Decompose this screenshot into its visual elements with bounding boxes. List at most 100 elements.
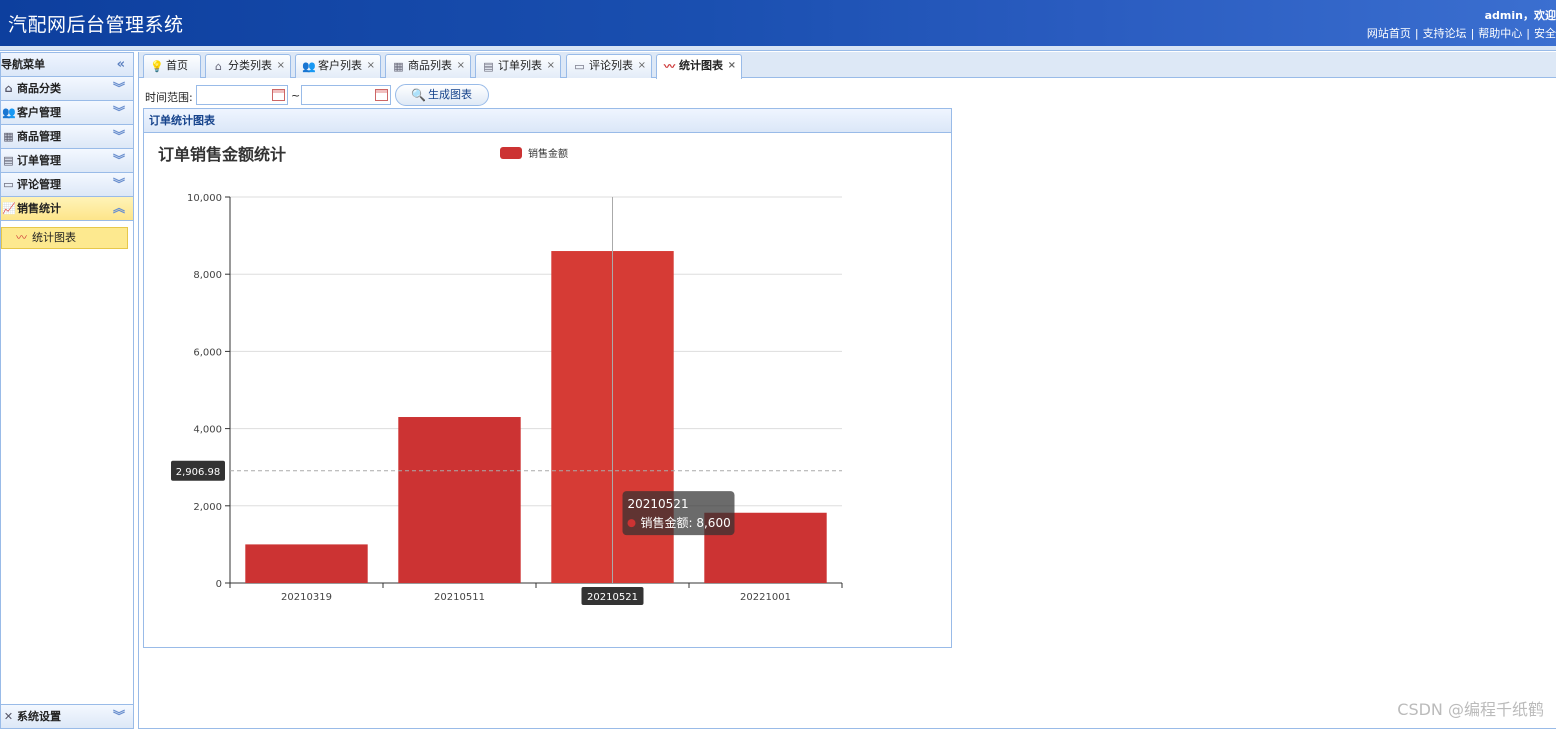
tab-label: 统计图表: [679, 59, 723, 72]
app-header: 汽配网后台管理系统 admin，欢迎 网站首页 | 支持论坛 | 帮助中心 | 安全: [0, 0, 1556, 46]
bar: [398, 417, 521, 583]
generate-chart-label: 生成图表: [428, 88, 472, 101]
range-separator: ~: [291, 89, 301, 102]
tab-stats-chart[interactable]: 〰 统计图表 ×: [656, 54, 742, 79]
end-date-input[interactable]: [301, 85, 391, 105]
chart-icon: 📈: [2, 202, 16, 215]
link-security[interactable]: 安全: [1534, 27, 1556, 40]
start-date-input[interactable]: [196, 85, 288, 105]
sidebar-subitem-stats-chart[interactable]: 〰 统计图表: [1, 227, 128, 249]
y-tick-label: 4,000: [193, 425, 222, 436]
close-icon[interactable]: ×: [457, 55, 465, 77]
sidebar-item-products[interactable]: ▦ 商品管理 ︾: [1, 125, 133, 149]
sidebar-subitem-label: 统计图表: [32, 231, 76, 244]
line-chart-icon: 〰: [664, 60, 675, 73]
time-range-label: 时间范围:: [145, 91, 193, 104]
sidebar-item-sales[interactable]: 📈 销售统计 ︽: [1, 197, 133, 221]
bar: [245, 544, 368, 583]
chart-container: 订单销售金额统计 销售金额 0 2,000 4,000 6,000 8,000 10,000 2…: [144, 133, 951, 647]
legend-label: 销售金额: [528, 147, 568, 160]
chevron-up-icon: ︽: [112, 201, 125, 215]
main-area: 💡 首页 ⌂ 分类列表 × 👥 客户列表 × ▦ 商品列表 × ▤ 订单列表 ×…: [138, 52, 1556, 729]
x-tick-label: 20210521: [587, 592, 638, 603]
tooltip-title: 20210521: [628, 497, 689, 511]
close-icon[interactable]: ×: [547, 55, 555, 77]
link-help[interactable]: 帮助中心: [1478, 27, 1522, 40]
sidebar-item-label: 商品管理: [17, 130, 61, 143]
tab-label: 客户列表: [318, 59, 362, 72]
search-icon: 🔍: [411, 88, 426, 102]
link-forum[interactable]: 支持论坛: [1423, 27, 1467, 40]
sidebar-item-category[interactable]: ⌂ 商品分类 ︾: [1, 77, 133, 101]
sidebar-item-orders[interactable]: ▤ 订单管理 ︾: [1, 149, 133, 173]
table-icon: ▤: [483, 60, 494, 73]
y-tick-label: 2,000: [193, 502, 222, 513]
close-icon[interactable]: ×: [638, 55, 646, 77]
chevron-down-icon: ︾: [112, 709, 125, 723]
tree-icon: ⌂: [4, 82, 13, 95]
chevron-down-icon: ︾: [112, 177, 125, 191]
app-title: 汽配网后台管理系统: [8, 14, 184, 36]
x-tick-label: 20221001: [740, 592, 791, 603]
tooltip-value: 销售金额: 8,600: [641, 515, 731, 530]
chevron-down-icon: ︾: [112, 153, 125, 167]
lightbulb-icon: 💡: [150, 60, 164, 73]
close-icon[interactable]: ×: [728, 55, 736, 77]
watermark: CSDN @编程千纸鹤: [1397, 700, 1544, 719]
users-icon: 👥: [2, 106, 16, 119]
close-icon[interactable]: ×: [277, 55, 285, 77]
bar-chart: 订单销售金额统计 销售金额 0 2,000 4,000 6,000 8,000 10,000 2…: [158, 145, 843, 605]
tab-label: 订单列表: [498, 59, 542, 72]
tree-icon: ⌂: [215, 60, 222, 73]
y-tick-label: 8,000: [193, 270, 222, 281]
calendar-icon[interactable]: [375, 89, 388, 101]
link-site-home[interactable]: 网站首页: [1367, 27, 1411, 40]
tab-home[interactable]: 💡 首页: [143, 54, 201, 78]
tab-label: 分类列表: [228, 59, 272, 72]
header-stripe: [0, 46, 1556, 51]
tab-order-list[interactable]: ▤ 订单列表 ×: [475, 54, 561, 78]
sidebar-item-settings[interactable]: ✕ 系统设置 ︾: [1, 704, 133, 728]
tab-category-list[interactable]: ⌂ 分类列表 ×: [205, 54, 291, 78]
chart-title: 订单销售金额统计: [158, 145, 286, 164]
sidebar-title: 导航菜单: [1, 58, 45, 71]
x-tick-label: 20210319: [281, 592, 332, 603]
y-tick-label: 10,000: [187, 193, 222, 204]
user-greeting: admin，欢迎: [1484, 9, 1556, 22]
comment-icon: ▭: [574, 60, 585, 73]
close-icon[interactable]: ×: [367, 55, 375, 77]
sidebar-item-comments[interactable]: ▭ 评论管理 ︾: [1, 173, 133, 197]
table-icon: ▤: [3, 154, 14, 167]
x-tick-label: 20210511: [434, 592, 485, 603]
crosshair-label: 2,906.98: [176, 467, 221, 478]
tab-bar: 💡 首页 ⌂ 分类列表 × 👥 客户列表 × ▦ 商品列表 × ▤ 订单列表 ×…: [139, 52, 1556, 79]
tab-comment-list[interactable]: ▭ 评论列表 ×: [566, 54, 652, 78]
tab-product-list[interactable]: ▦ 商品列表 ×: [385, 54, 471, 78]
tab-customer-list[interactable]: 👥 客户列表 ×: [295, 54, 381, 78]
sidebar-item-label: 评论管理: [17, 178, 61, 191]
building-icon: ▦: [393, 60, 404, 73]
sidebar-item-label: 商品分类: [17, 82, 61, 95]
header-links: 网站首页 | 支持论坛 | 帮助中心 | 安全: [1366, 27, 1556, 40]
sidebar-item-label: 销售统计: [17, 202, 61, 215]
collapse-sidebar-icon[interactable]: «: [117, 53, 125, 76]
tab-label: 评论列表: [589, 59, 633, 72]
sidebar-item-label: 客户管理: [17, 106, 61, 119]
comment-icon: ▭: [3, 178, 14, 191]
sidebar: 导航菜单 « ⌂ 商品分类 ︾ 👥 客户管理 ︾ ▦ 商品管理 ︾ ▤ 订单管理…: [0, 52, 134, 729]
tab-label: 商品列表: [408, 59, 452, 72]
chevron-down-icon: ︾: [112, 105, 125, 119]
tooltip-series-dot: [627, 519, 636, 528]
calendar-icon[interactable]: [272, 89, 285, 101]
chevron-down-icon: ︾: [112, 129, 125, 143]
y-tick-label: 6,000: [193, 347, 222, 358]
sidebar-item-customers[interactable]: 👥 客户管理 ︾: [1, 101, 133, 125]
chart-panel-title: 订单统计图表: [144, 109, 951, 133]
legend-swatch: [500, 147, 522, 159]
chart-panel: 订单统计图表 订单销售金额统计 销售金额 0 2,000 4,000 6,000 8,000…: [143, 108, 952, 648]
sidebar-bottom: ✕ 系统设置 ︾: [1, 704, 133, 728]
sidebar-item-label: 订单管理: [17, 154, 61, 167]
generate-chart-button[interactable]: 🔍 生成图表: [395, 84, 489, 106]
building-icon: ▦: [3, 130, 14, 143]
chevron-down-icon: ︾: [112, 81, 125, 95]
